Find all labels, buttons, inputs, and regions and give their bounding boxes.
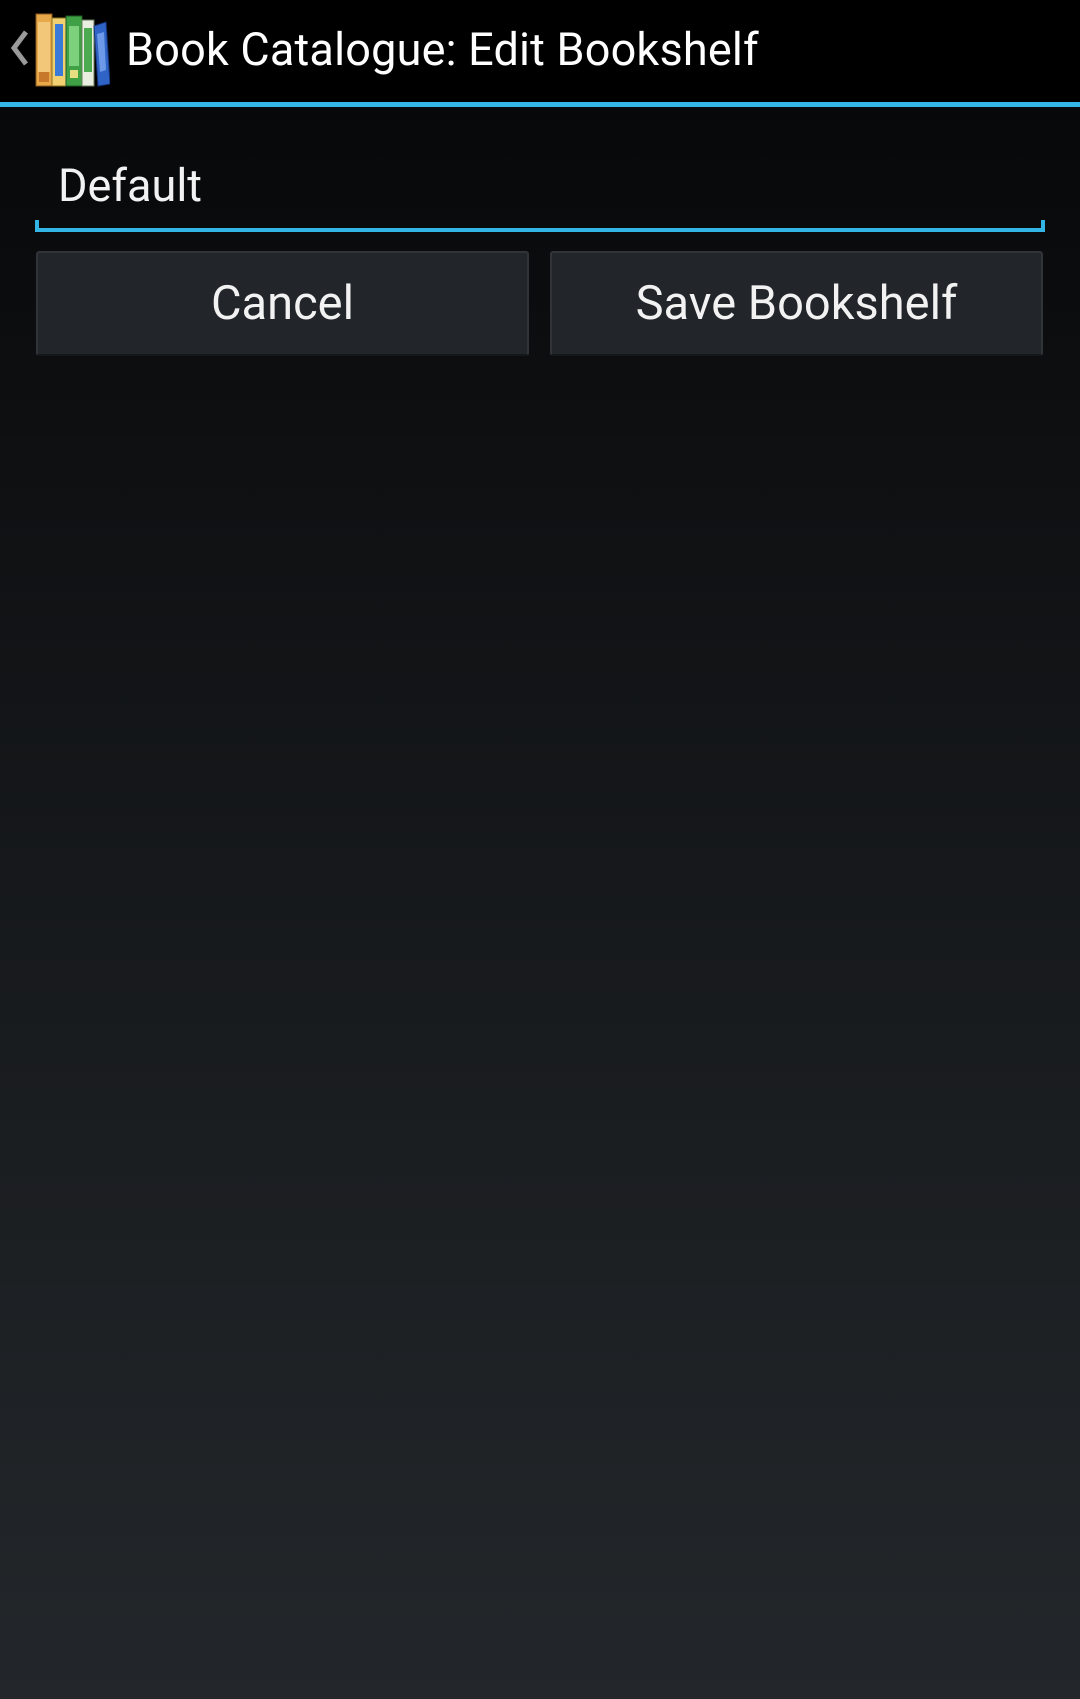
action-bar: Book Catalogue: Edit Bookshelf xyxy=(0,0,1080,107)
bookshelf-app-icon[interactable] xyxy=(34,10,110,88)
page-title: Book Catalogue: Edit Bookshelf xyxy=(126,23,759,76)
bookshelf-name-field[interactable] xyxy=(35,146,1045,232)
chevron-left-icon[interactable] xyxy=(8,26,32,70)
save-bookshelf-button[interactable]: Save Bookshelf xyxy=(550,251,1043,356)
field-underline-right-tick xyxy=(1041,220,1045,232)
field-underline-left-tick xyxy=(35,220,39,232)
bookshelf-name-input[interactable] xyxy=(35,146,1045,226)
cancel-button[interactable]: Cancel xyxy=(36,251,529,356)
field-underline xyxy=(35,228,1045,232)
